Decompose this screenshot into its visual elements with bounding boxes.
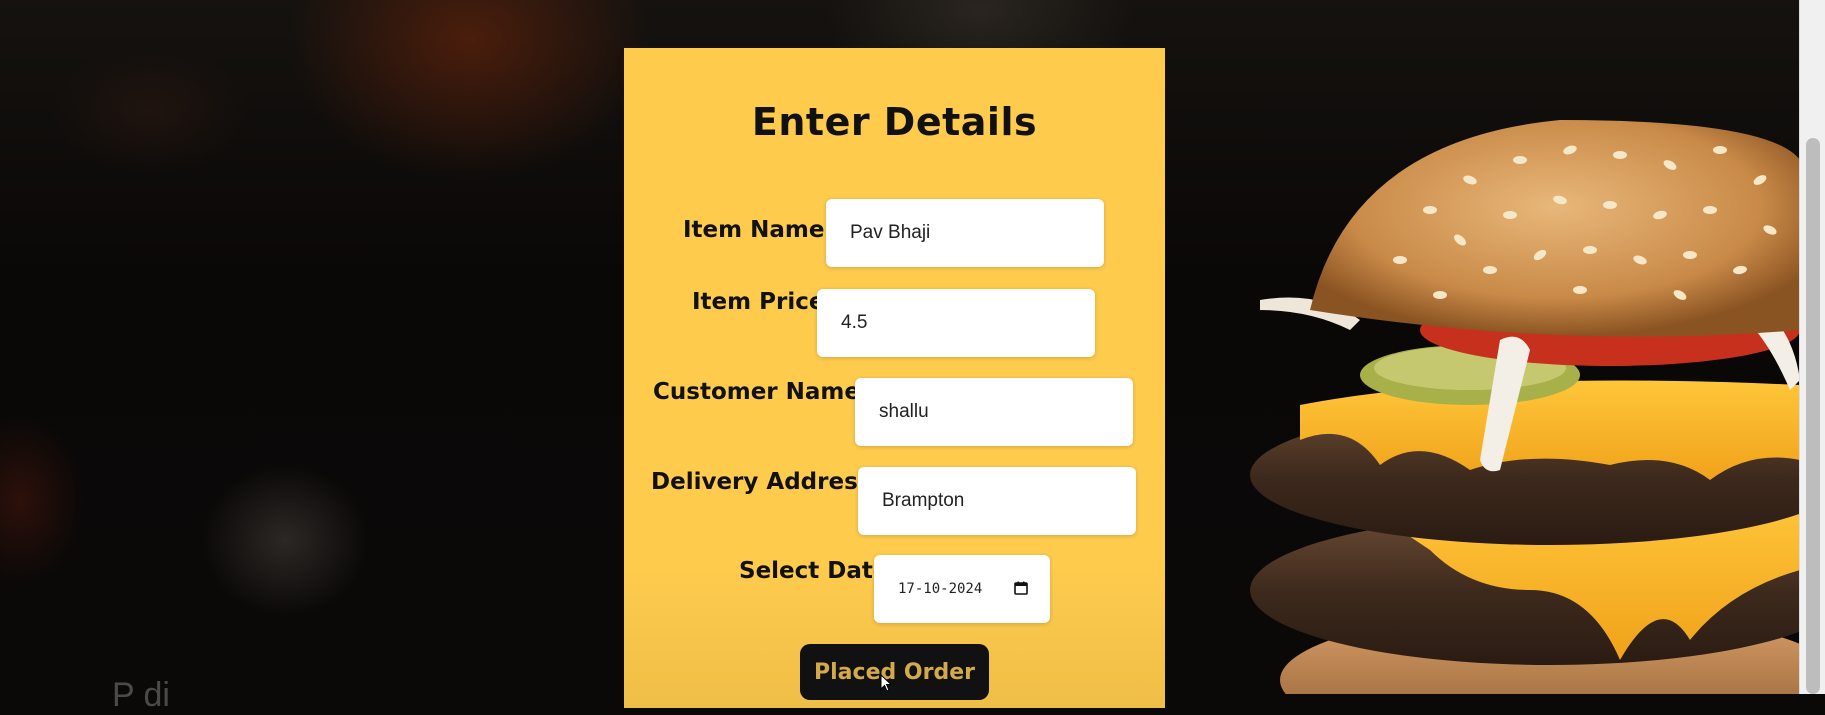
date-value: 17-10-2024 — [898, 581, 983, 597]
form-title: Enter Details — [751, 100, 1038, 144]
item-price-label: Item Price: — [692, 289, 834, 315]
customer-name-label: Customer Name: — [653, 379, 870, 405]
item-name-label: Item Name: — [683, 217, 834, 243]
placed-order-button[interactable]: Placed Order — [800, 644, 989, 700]
customer-name-input[interactable] — [855, 378, 1133, 446]
burger-image — [1250, 120, 1800, 694]
background-partial-text: P di — [112, 676, 170, 714]
delivery-address-input[interactable] — [858, 467, 1136, 535]
scrollbar-thumb[interactable] — [1806, 138, 1820, 694]
scrollbar[interactable] — [1799, 0, 1825, 694]
delivery-address-label: Delivery Address: — [651, 469, 881, 495]
item-name-input[interactable] — [826, 199, 1104, 267]
date-input[interactable]: 17-10-2024 — [874, 555, 1050, 623]
select-date-label: Select Date — [739, 558, 889, 584]
calendar-icon[interactable] — [1014, 581, 1028, 595]
mouse-pointer-icon — [880, 674, 892, 692]
item-price-input[interactable] — [817, 289, 1095, 357]
